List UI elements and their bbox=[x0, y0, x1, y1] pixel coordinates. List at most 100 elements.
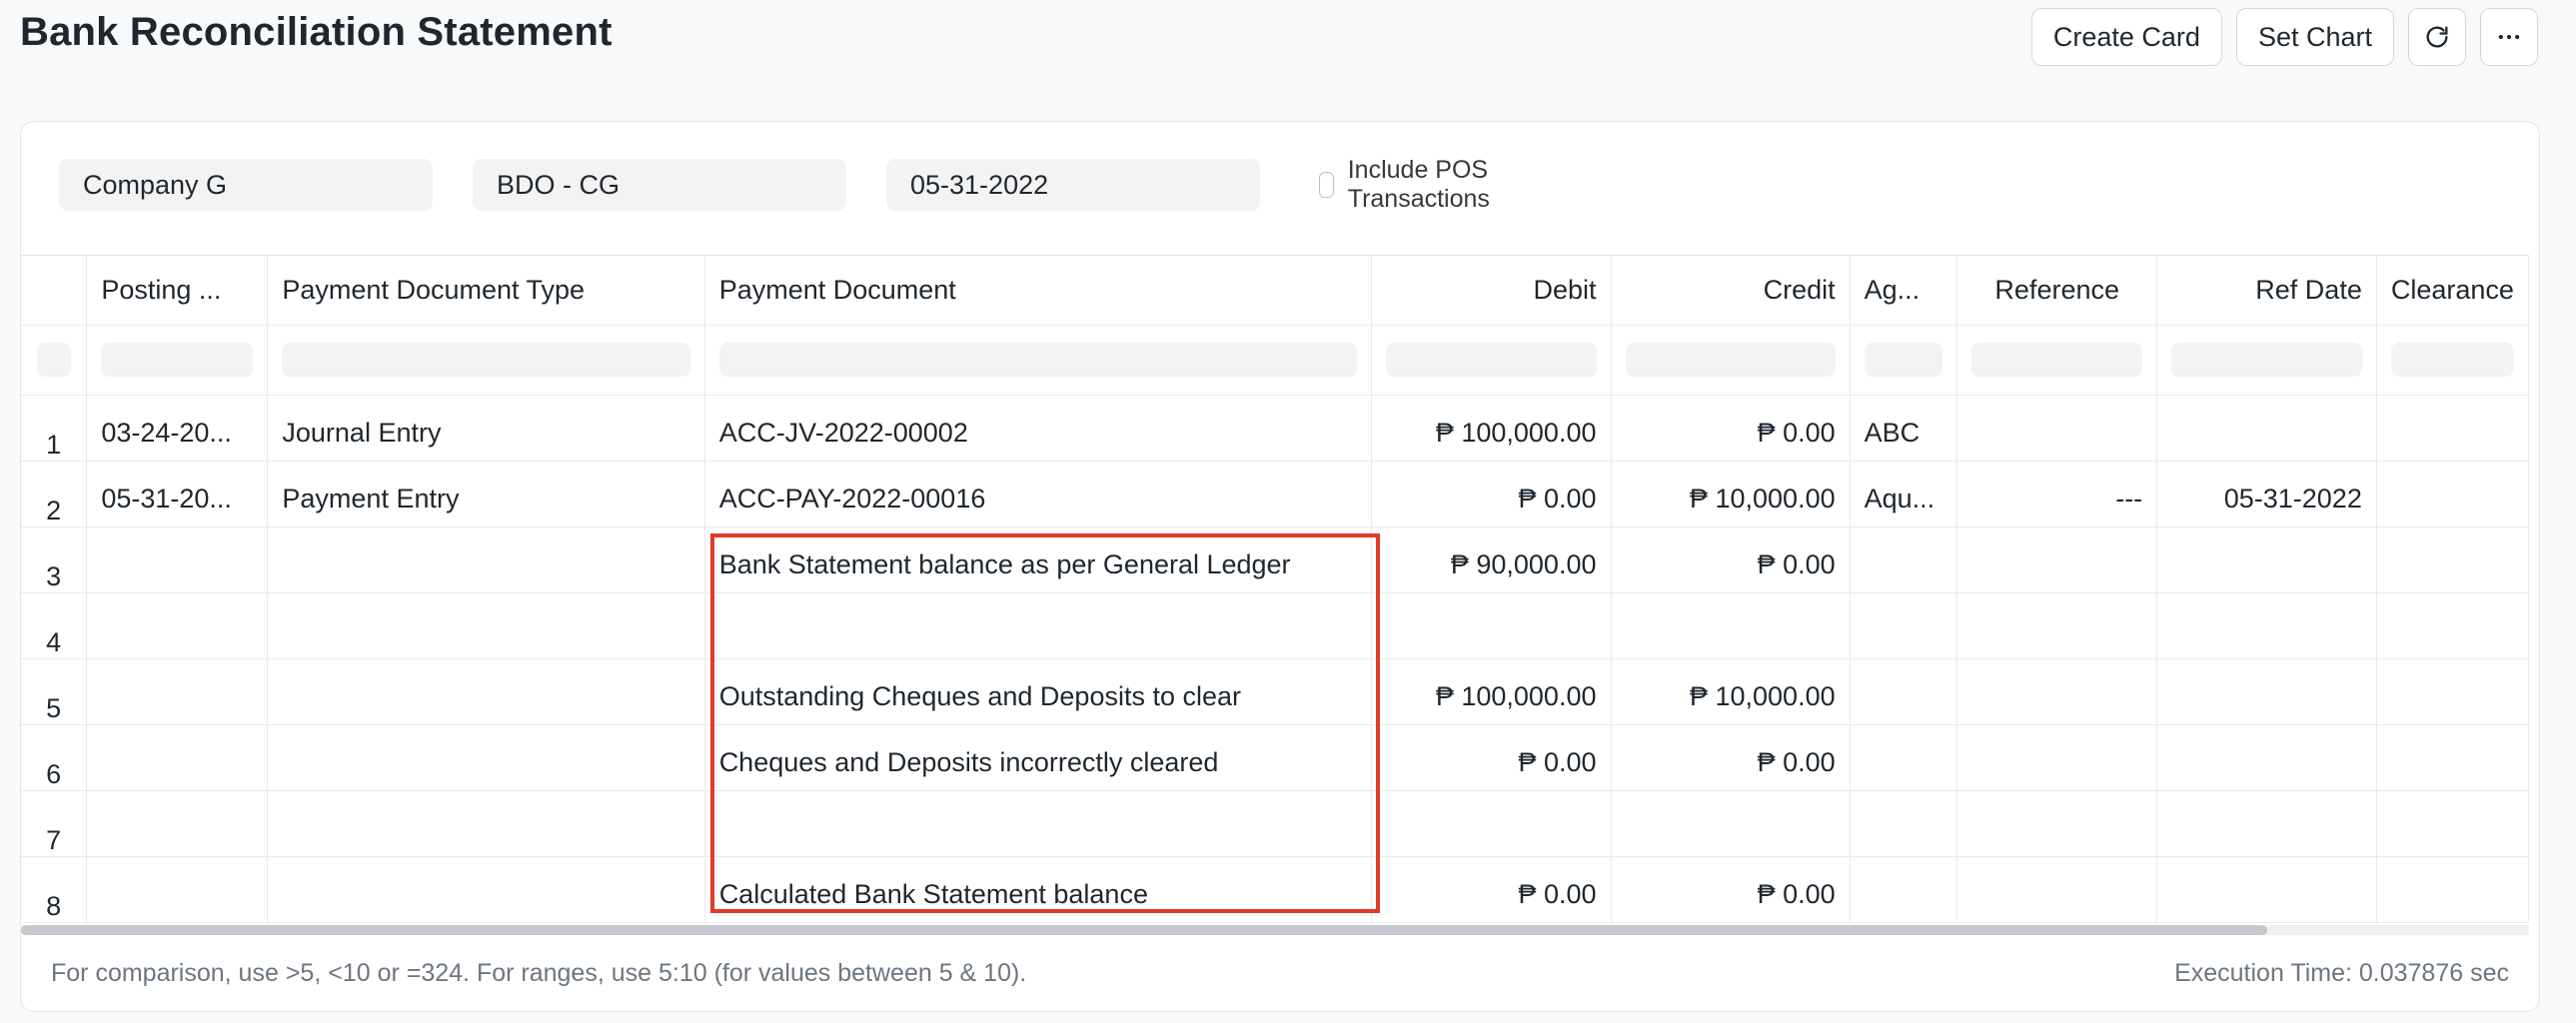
filter-cell-document[interactable] bbox=[704, 325, 1372, 396]
horizontal-scrollbar[interactable] bbox=[21, 925, 2529, 935]
cell-debit[interactable]: ₱ 0.00 bbox=[1371, 461, 1612, 527]
cell-payment-document[interactable]: ACC-JV-2022-00002 bbox=[704, 395, 1372, 462]
filter-cell-ref-date[interactable] bbox=[2156, 325, 2377, 396]
cell-ref-date[interactable] bbox=[2156, 658, 2377, 725]
filter-cell-debit[interactable] bbox=[1371, 325, 1612, 396]
header-clearance[interactable]: Clearance bbox=[2376, 256, 2529, 326]
table-row[interactable]: 2 05-31-20... Payment Entry ACC-PAY-2022… bbox=[21, 461, 2529, 527]
more-options-button[interactable] bbox=[2480, 8, 2538, 66]
table-row[interactable]: 3 Bank Statement balance as per General … bbox=[21, 526, 2529, 593]
cell-clearance[interactable] bbox=[2376, 790, 2529, 857]
cell-debit[interactable]: ₱ 100,000.00 bbox=[1371, 395, 1612, 462]
header-payment-document[interactable]: Payment Document bbox=[704, 256, 1372, 326]
cell-against-account[interactable] bbox=[1850, 856, 1958, 923]
cell-credit[interactable]: ₱ 0.00 bbox=[1611, 724, 1851, 791]
cell-ref-date[interactable] bbox=[2156, 790, 2377, 857]
cell-reference[interactable] bbox=[1956, 658, 2158, 725]
cell-clearance[interactable] bbox=[2376, 526, 2529, 593]
cell-payment-document[interactable]: ACC-PAY-2022-00016 bbox=[704, 461, 1372, 527]
cell-payment-document[interactable] bbox=[704, 790, 1372, 857]
cell-debit[interactable] bbox=[1371, 592, 1612, 659]
cell-posting-date[interactable] bbox=[86, 724, 269, 791]
cell-against-account[interactable] bbox=[1850, 724, 1958, 791]
cell-against-account[interactable] bbox=[1850, 658, 1958, 725]
create-card-button[interactable]: Create Card bbox=[2030, 8, 2222, 66]
header-ref-date[interactable]: Ref Date bbox=[2156, 256, 2377, 326]
cell-reference[interactable] bbox=[1956, 395, 2158, 462]
cell-posting-date[interactable] bbox=[86, 856, 269, 923]
header-payment-document-type[interactable]: Payment Document Type bbox=[267, 256, 705, 326]
filter-cell-posting[interactable] bbox=[86, 325, 269, 396]
filter-cell-against[interactable] bbox=[1850, 325, 1958, 396]
table-row[interactable]: 6 Cheques and Deposits incorrectly clear… bbox=[21, 724, 2529, 791]
cell-debit[interactable]: ₱ 100,000.00 bbox=[1371, 658, 1612, 725]
cell-posting-date[interactable] bbox=[86, 790, 269, 857]
cell-ref-date[interactable]: 05-31-2022 bbox=[2156, 461, 2377, 527]
cell-against-account[interactable]: ABC bbox=[1850, 395, 1958, 462]
cell-payment-document[interactable]: Bank Statement balance as per General Le… bbox=[704, 526, 1372, 593]
date-filter[interactable]: 05-31-2022 bbox=[886, 159, 1260, 211]
cell-credit[interactable]: ₱ 0.00 bbox=[1611, 526, 1851, 593]
cell-payment-document-type[interactable] bbox=[267, 592, 705, 659]
company-filter[interactable]: Company G bbox=[59, 159, 433, 211]
cell-credit[interactable]: ₱ 10,000.00 bbox=[1611, 461, 1851, 527]
cell-credit[interactable] bbox=[1611, 790, 1851, 857]
header-posting-date[interactable]: Posting ... bbox=[86, 256, 269, 326]
cell-posting-date[interactable] bbox=[86, 526, 269, 593]
cell-credit[interactable]: ₱ 0.00 bbox=[1611, 856, 1851, 923]
header-debit[interactable]: Debit bbox=[1371, 256, 1612, 326]
filter-cell-credit[interactable] bbox=[1611, 325, 1851, 396]
cell-clearance[interactable] bbox=[2376, 658, 2529, 725]
cell-payment-document-type[interactable] bbox=[267, 658, 705, 725]
set-chart-button[interactable]: Set Chart bbox=[2235, 8, 2394, 66]
cell-against-account[interactable]: Aqu... bbox=[1850, 461, 1958, 527]
cell-payment-document-type[interactable] bbox=[267, 856, 705, 923]
header-credit[interactable]: Credit bbox=[1611, 256, 1851, 326]
cell-clearance[interactable] bbox=[2376, 395, 2529, 462]
cell-clearance[interactable] bbox=[2376, 724, 2529, 791]
cell-reference[interactable] bbox=[1956, 856, 2158, 923]
filter-cell-type[interactable] bbox=[267, 325, 705, 396]
table-row[interactable]: 8 Calculated Bank Statement balance ₱ 0.… bbox=[21, 856, 2529, 923]
cell-posting-date[interactable] bbox=[86, 592, 269, 659]
cell-payment-document[interactable]: Calculated Bank Statement balance bbox=[704, 856, 1372, 923]
cell-clearance[interactable] bbox=[2376, 592, 2529, 659]
cell-against-account[interactable] bbox=[1850, 592, 1958, 659]
include-pos-checkbox[interactable]: Include POS Transactions bbox=[1319, 156, 1501, 213]
cell-debit[interactable]: ₱ 90,000.00 bbox=[1371, 526, 1612, 593]
filter-cell-clearance[interactable] bbox=[2376, 325, 2529, 396]
cell-credit[interactable]: ₱ 0.00 bbox=[1611, 395, 1851, 462]
refresh-button[interactable] bbox=[2408, 8, 2466, 66]
cell-clearance[interactable] bbox=[2376, 461, 2529, 527]
checkbox-box[interactable] bbox=[1319, 172, 1334, 198]
cell-reference[interactable] bbox=[1956, 526, 2158, 593]
table-row[interactable]: 1 03-24-20... Journal Entry ACC-JV-2022-… bbox=[21, 395, 2529, 462]
header-reference[interactable]: Reference bbox=[1956, 256, 2158, 326]
cell-payment-document[interactable]: Outstanding Cheques and Deposits to clea… bbox=[704, 658, 1372, 725]
cell-posting-date[interactable]: 03-24-20... bbox=[86, 395, 269, 462]
cell-credit[interactable] bbox=[1611, 592, 1851, 659]
cell-debit[interactable]: ₱ 0.00 bbox=[1371, 724, 1612, 791]
scrollbar-thumb[interactable] bbox=[21, 925, 2267, 935]
cell-payment-document-type[interactable]: Journal Entry bbox=[267, 395, 705, 462]
cell-payment-document-type[interactable]: Payment Entry bbox=[267, 461, 705, 527]
cell-reference[interactable]: --- bbox=[1956, 461, 2158, 527]
cell-posting-date[interactable]: 05-31-20... bbox=[86, 461, 269, 527]
cell-reference[interactable] bbox=[1956, 592, 2158, 659]
bank-account-filter[interactable]: BDO - CG bbox=[473, 159, 846, 211]
cell-against-account[interactable] bbox=[1850, 790, 1958, 857]
cell-payment-document-type[interactable] bbox=[267, 724, 705, 791]
table-row[interactable]: 7 bbox=[21, 790, 2529, 857]
cell-posting-date[interactable] bbox=[86, 658, 269, 725]
cell-ref-date[interactable] bbox=[2156, 592, 2377, 659]
cell-ref-date[interactable] bbox=[2156, 395, 2377, 462]
cell-debit[interactable]: ₱ 0.00 bbox=[1371, 856, 1612, 923]
table-row[interactable]: 5 Outstanding Cheques and Deposits to cl… bbox=[21, 658, 2529, 725]
cell-reference[interactable] bbox=[1956, 724, 2158, 791]
cell-reference[interactable] bbox=[1956, 790, 2158, 857]
cell-payment-document-type[interactable] bbox=[267, 790, 705, 857]
cell-ref-date[interactable] bbox=[2156, 526, 2377, 593]
cell-ref-date[interactable] bbox=[2156, 724, 2377, 791]
table-row[interactable]: 4 bbox=[21, 592, 2529, 659]
cell-credit[interactable]: ₱ 10,000.00 bbox=[1611, 658, 1851, 725]
